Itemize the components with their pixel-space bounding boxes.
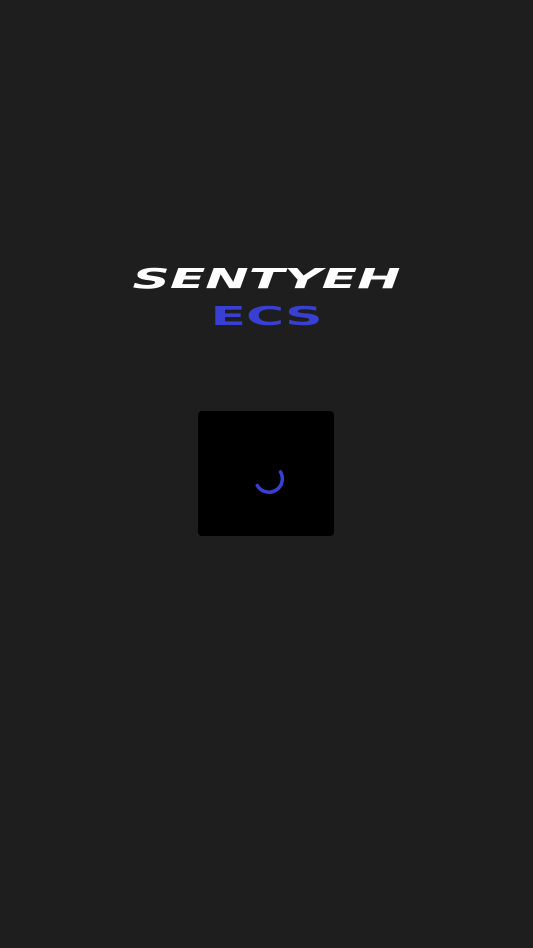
logo-graphic: SENTYEH ECS (133, 262, 401, 330)
loading-spinner-icon (255, 470, 285, 494)
brand-name: SENTYEH (133, 262, 401, 295)
product-name: ECS (211, 302, 323, 330)
app-logo: SENTYEH ECS (126, 262, 407, 330)
splash-screen: SENTYEH ECS (0, 0, 533, 948)
